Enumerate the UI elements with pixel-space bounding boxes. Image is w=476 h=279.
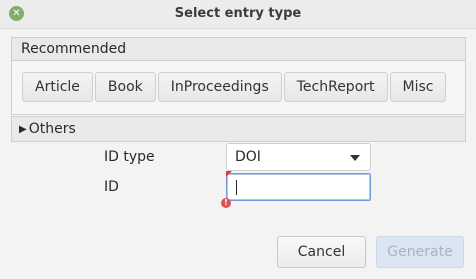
id-label: ID [104, 179, 119, 195]
text-caret [236, 180, 237, 195]
techreport-button[interactable]: TechReport [283, 72, 388, 102]
window-title: Select entry type [174, 6, 302, 21]
misc-button[interactable]: Misc [389, 72, 447, 102]
error-corner-icon [226, 171, 232, 177]
error-icon: ! [221, 198, 231, 208]
id-input[interactable] [226, 173, 371, 201]
title-bar: ✕ Select entry type [0, 0, 476, 29]
id-type-label: ID type [104, 149, 155, 165]
triangle-right-icon: ▶ [19, 124, 27, 135]
inproceedings-button[interactable]: InProceedings [157, 72, 282, 102]
article-button[interactable]: Article [22, 72, 93, 102]
id-type-select[interactable]: DOI [226, 143, 371, 171]
book-button[interactable]: Book [94, 72, 156, 102]
generate-button[interactable]: Generate [376, 236, 464, 268]
recommended-header: Recommended [12, 38, 465, 61]
chevron-down-icon [350, 155, 360, 161]
entry-type-buttons: Article Book InProceedings TechReport Mi… [22, 72, 447, 102]
recommended-section: Recommended Article Book InProceedings T… [11, 37, 466, 115]
id-type-value: DOI [235, 149, 261, 165]
others-label: Others [28, 121, 76, 137]
others-section[interactable]: ▶ Others [11, 116, 466, 142]
cancel-button[interactable]: Cancel [277, 236, 366, 268]
